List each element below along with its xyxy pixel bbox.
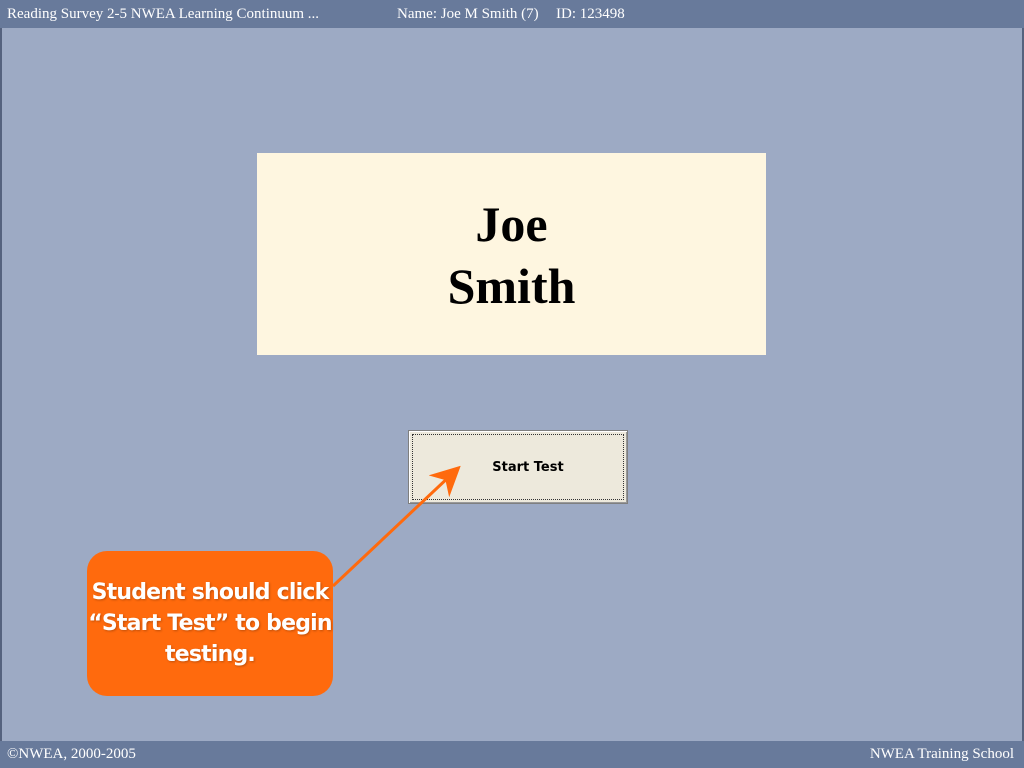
instruction-callout: Student should click “Start Test” to beg… <box>87 551 333 696</box>
header-bar: Reading Survey 2-5 NWEA Learning Continu… <box>0 0 1024 28</box>
callout-line: “Start Test” to begin <box>88 611 332 636</box>
start-test-label: Start Test <box>492 459 564 475</box>
start-test-button[interactable]: Start Test <box>408 430 628 504</box>
last-name: Smith <box>447 258 576 314</box>
callout-line: testing. <box>165 642 256 667</box>
footer-bar: ©NWEA, 2000-2005 NWEA Training School <box>0 741 1024 768</box>
school-name: NWEA Training School <box>869 746 1014 762</box>
student-name: Name: Joe M Smith (7) <box>397 6 539 22</box>
copyright-text: ©NWEA, 2000-2005 <box>7 746 136 762</box>
student-id: ID: 123498 <box>556 6 625 22</box>
callout-line: Student should click <box>91 580 330 605</box>
student-name-card: Joe Smith <box>257 153 766 355</box>
test-title: Reading Survey 2-5 NWEA Learning Continu… <box>7 6 320 22</box>
first-name: Joe <box>475 196 548 252</box>
